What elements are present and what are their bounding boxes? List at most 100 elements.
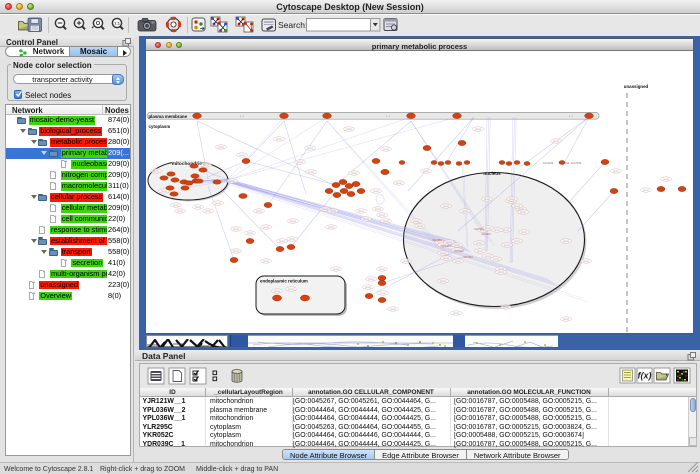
- svg-text:(xxx): (xxx): [247, 231, 253, 235]
- svg-text:unassigned: unassigned: [624, 84, 649, 89]
- svg-text:(xxx): (xxx): [373, 189, 379, 193]
- svg-text:(xxx): (xxx): [333, 267, 339, 271]
- svg-text:(xxx): (xxx): [443, 256, 449, 260]
- svg-text:1:1: 1:1: [114, 21, 121, 26]
- svg-text:(xxx): (xxx): [322, 207, 328, 211]
- svg-text:(xxx): (xxx): [503, 305, 509, 309]
- svg-text:GO:004: GO:004: [441, 244, 451, 248]
- svg-text:(xxx): (xxx): [453, 311, 459, 315]
- svg-text:(xxx): (xxx): [233, 249, 239, 253]
- svg-text:(xxx): (xxx): [308, 170, 314, 174]
- svg-text:(xxx): (xxx): [498, 270, 504, 274]
- svg-text:(xxx): (xxx): [462, 209, 468, 213]
- svg-text:GO:0044: GO:0044: [559, 161, 570, 165]
- svg-text:(xxx): (xxx): [368, 277, 374, 281]
- svg-text:Search:: Search:: [278, 20, 307, 30]
- svg-text:(xxx): (xxx): [365, 285, 371, 289]
- svg-text:(xxx): (xxx): [153, 169, 159, 173]
- svg-text:GO:004: GO:004: [454, 249, 464, 253]
- svg-text:(xxx): (xxx): [263, 259, 269, 263]
- svg-text:(xxx): (xxx): [215, 201, 221, 205]
- svg-text:(xxx): (xxx): [613, 169, 619, 173]
- svg-text:(xxx): (xxx): [443, 204, 449, 208]
- svg-text:(xxx): (xxx): [229, 179, 235, 183]
- svg-text:(xxx): (xxx): [379, 267, 385, 271]
- svg-text:(xxx): (xxx): [440, 251, 446, 255]
- svg-text:(xxx): (xxx): [403, 259, 409, 263]
- svg-text:GO:0044: GO:0044: [571, 161, 582, 165]
- svg-text:(xxx): (xxx): [363, 217, 369, 221]
- svg-text:(xxx): (xxx): [274, 289, 280, 293]
- svg-text:(xxx): (xxx): [643, 188, 649, 192]
- svg-text:f(x): f(x): [638, 371, 652, 381]
- svg-text:(xxx): (xxx): [440, 279, 446, 283]
- svg-text:(xxx): (xxx): [504, 243, 510, 247]
- svg-text:(xxx): (xxx): [477, 249, 483, 253]
- svg-text:(xxx): (xxx): [383, 147, 389, 151]
- svg-text:GO:004: GO:004: [432, 238, 442, 242]
- svg-text:(...): (...): [386, 114, 390, 118]
- svg-text:(xxx): (xxx): [233, 227, 239, 231]
- svg-text:GO:0044: GO:0044: [543, 161, 554, 165]
- svg-text:(xxx): (xxx): [161, 189, 167, 193]
- svg-text:(xxx): (xxx): [509, 197, 515, 201]
- svg-text:endoplasmic reticulum: endoplasmic reticulum: [260, 279, 308, 284]
- svg-text:(xxx): (xxx): [390, 307, 396, 311]
- svg-text:(xxx): (xxx): [484, 197, 490, 201]
- svg-text:(xxx): (xxx): [307, 146, 313, 150]
- svg-text:cytoplasm: cytoplasm: [149, 124, 171, 129]
- svg-text:(xxx): (xxx): [493, 257, 499, 261]
- svg-text:(xxx): (xxx): [346, 127, 352, 131]
- svg-text:(xxx): (xxx): [218, 145, 224, 149]
- svg-text:(xxx): (xxx): [413, 219, 419, 223]
- svg-text:(xxx): (xxx): [351, 171, 357, 175]
- svg-text:(xxx): (xxx): [417, 224, 423, 228]
- svg-text:mitochondrion: mitochondrion: [172, 161, 206, 167]
- svg-text:(xxx): (xxx): [177, 209, 183, 213]
- svg-text:(xxx): (xxx): [276, 137, 282, 141]
- svg-text:(xxx): (xxx): [279, 239, 285, 243]
- svg-text:(...): (...): [240, 114, 244, 118]
- svg-text:(xxx): (xxx): [290, 219, 296, 223]
- svg-text:(xxx): (xxx): [375, 207, 381, 211]
- svg-text:(xxx): (xxx): [476, 241, 482, 245]
- svg-text:(xxx): (xxx): [520, 210, 526, 214]
- svg-text:(xxx): (xxx): [256, 209, 262, 213]
- svg-text:(xxx): (xxx): [663, 177, 669, 181]
- svg-text:(xxx): (xxx): [553, 139, 559, 143]
- svg-text:(xxx): (xxx): [514, 204, 520, 208]
- svg-text:(xxx): (xxx): [289, 237, 295, 241]
- svg-text:(xxx): (xxx): [297, 160, 303, 164]
- svg-text:(xxx): (xxx): [485, 254, 491, 258]
- svg-text:(xxx): (xxx): [239, 153, 245, 157]
- svg-text:plasma membrane: plasma membrane: [149, 114, 188, 119]
- svg-text:(xxx): (xxx): [328, 225, 334, 229]
- svg-text:(xxx): (xxx): [195, 205, 201, 209]
- svg-text:(xxx): (xxx): [494, 228, 500, 232]
- svg-text:(xxx): (xxx): [503, 228, 509, 232]
- svg-text:(xxx): (xxx): [358, 209, 364, 213]
- svg-text:(xxx): (xxx): [583, 259, 589, 263]
- svg-text:(xxx): (xxx): [383, 219, 389, 223]
- svg-text:(xxx): (xxx): [485, 226, 491, 230]
- svg-text:(xxx): (xxx): [475, 127, 481, 131]
- svg-text:(xxx): (xxx): [514, 239, 520, 243]
- svg-text:(xxx): (xxx): [396, 181, 402, 185]
- svg-text:(xxx): (xxx): [288, 287, 294, 291]
- svg-text:GO:004: GO:004: [481, 232, 491, 236]
- svg-text:(xxx): (xxx): [205, 209, 211, 213]
- svg-text:(xxx): (xxx): [379, 213, 385, 217]
- svg-text:(xxx): (xxx): [203, 163, 209, 167]
- svg-text:(xxx): (xxx): [563, 317, 569, 321]
- svg-text:GO:004: GO:004: [463, 255, 473, 259]
- svg-text:(xxx): (xxx): [455, 259, 461, 263]
- svg-text:(xxx): (xxx): [173, 203, 179, 207]
- svg-text:(...): (...): [569, 114, 573, 118]
- svg-text:(xxx): (xxx): [263, 225, 269, 229]
- svg-text:(xxx): (xxx): [330, 209, 336, 213]
- svg-text:(xxx): (xxx): [454, 243, 460, 247]
- svg-text:(xxx): (xxx): [423, 169, 429, 173]
- svg-text:(xxx): (xxx): [521, 230, 527, 234]
- svg-text:GO:004: GO:004: [474, 227, 484, 231]
- svg-text:(xxx): (xxx): [380, 291, 386, 295]
